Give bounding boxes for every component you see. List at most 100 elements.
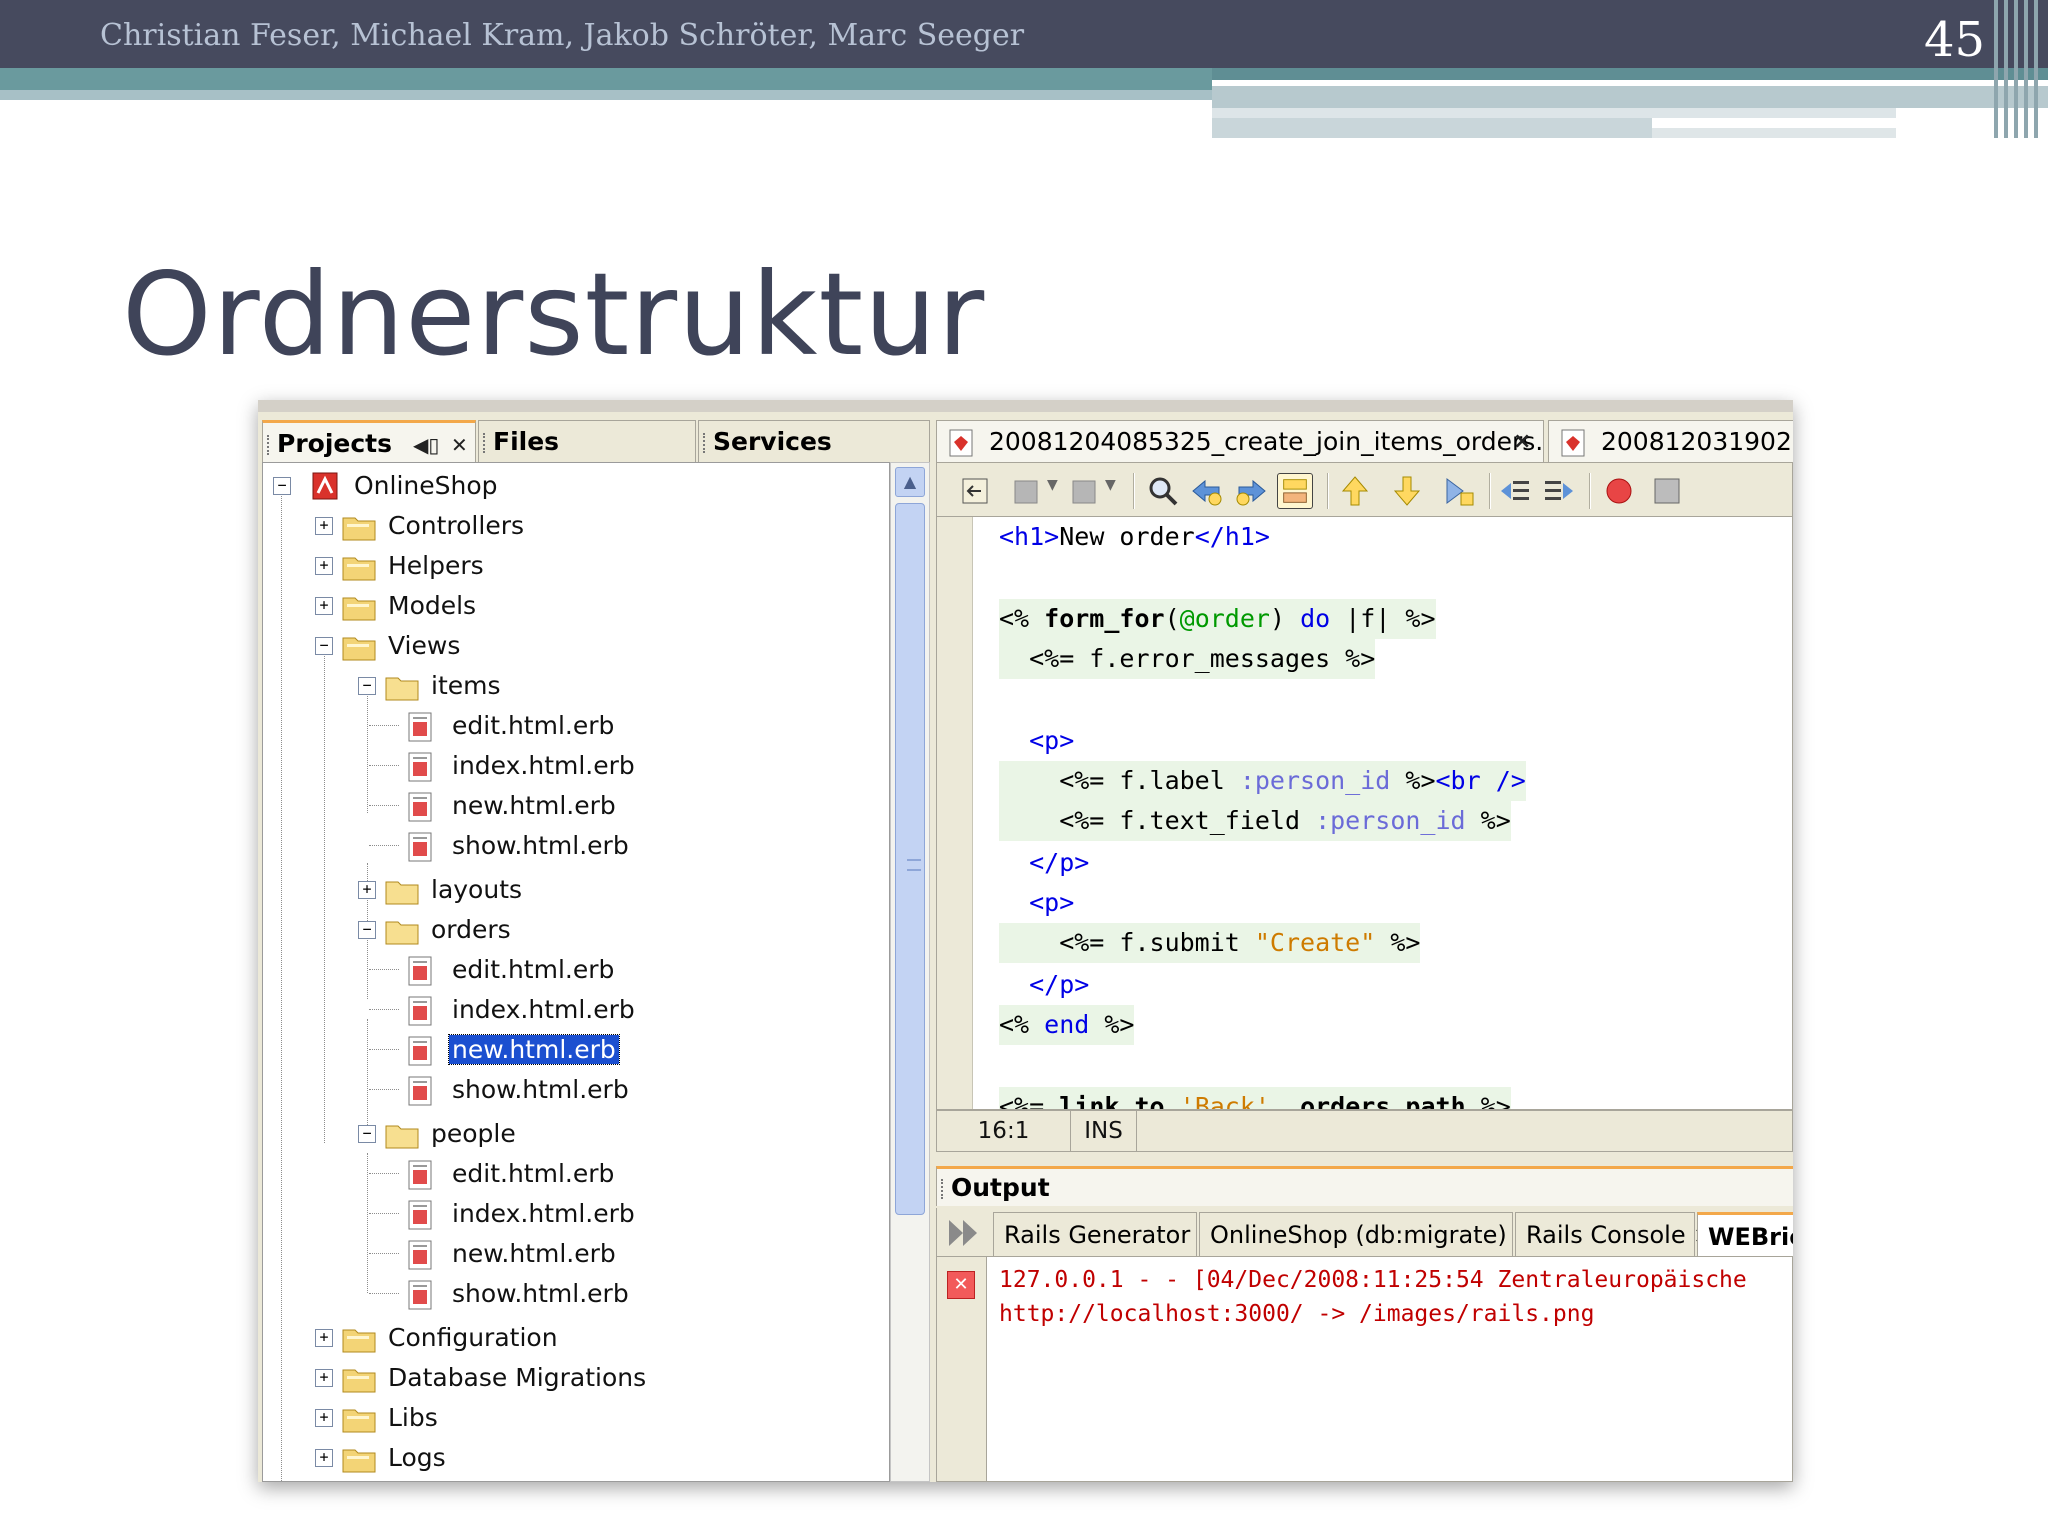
tab-label: Services — [713, 427, 832, 456]
expand-toggle[interactable]: + — [315, 1449, 333, 1467]
editor-toolbar: ▼ ▼ — [936, 462, 1793, 516]
shift-left-icon[interactable] — [1497, 473, 1533, 509]
code-token: ( — [1164, 604, 1180, 633]
code-token: %> — [1375, 928, 1421, 957]
tab-files[interactable]: Files — [478, 420, 696, 462]
tab-projects[interactable]: Projects ◀▯ ✕ — [262, 420, 476, 462]
find-icon[interactable] — [1145, 473, 1181, 509]
toggle-bookmark-icon[interactable] — [1441, 473, 1477, 509]
header-stripe — [1994, 0, 1998, 138]
tree-label: Libs — [388, 1403, 438, 1432]
expand-toggle[interactable]: + — [315, 1409, 333, 1427]
expand-toggle[interactable]: + — [315, 1369, 333, 1387]
erb-file-icon — [408, 956, 432, 986]
tree-connector — [369, 1253, 399, 1254]
collapse-toggle[interactable]: − — [358, 677, 376, 695]
tree-label: Logs — [388, 1443, 446, 1472]
header-band — [1212, 68, 2048, 80]
code-line-12: </p> — [999, 965, 1089, 1005]
erb-file-icon — [408, 792, 432, 822]
code-token: </h1> — [1194, 522, 1270, 551]
code-line-7: <%= f.label :person_id %><br /> — [999, 761, 1526, 801]
code-token: <% — [999, 1010, 1045, 1039]
header-stripe — [2014, 0, 2018, 138]
next-bookmark-icon[interactable] — [1389, 473, 1425, 509]
expand-toggle[interactable]: + — [315, 517, 333, 535]
ide-screenshot: Projects ◀▯ ✕ Files Services − OnlineSho… — [258, 400, 1793, 1482]
output-tab-rails-console[interactable]: Rails Console × — [1515, 1212, 1713, 1256]
output-log: 127.0.0.1 - - [04/Dec/2008:11:25:54 Zent… — [999, 1263, 1747, 1331]
tree-label: Configuration — [388, 1323, 558, 1352]
collapse-toggle[interactable]: − — [273, 477, 291, 495]
output-tab-webrick[interactable]: WEBrick — [1697, 1212, 1793, 1256]
editor-status-bar: 16:1 INS — [936, 1110, 1793, 1152]
erb-file-icon — [408, 1240, 432, 1270]
code-token: do — [1300, 604, 1331, 633]
code-token: end — [1044, 1010, 1090, 1039]
tab-services[interactable]: Services — [698, 420, 930, 462]
output-title: Output — [951, 1173, 1050, 1202]
find-previous-icon[interactable] — [1189, 473, 1225, 509]
scroll-up-icon[interactable]: ▲ — [895, 467, 925, 497]
tree-connector — [281, 491, 282, 1481]
tree-connector — [369, 969, 399, 970]
stop-icon[interactable]: ✕ — [947, 1271, 975, 1299]
tab-output[interactable]: Output — [936, 1166, 1793, 1206]
minimize-icon[interactable]: ◀▯ — [413, 433, 439, 457]
code-token: %> — [1089, 1010, 1135, 1039]
editor-tab-migration[interactable]: 20081204085325_create_join_items_orders.… — [936, 420, 1544, 462]
tree-label: Controllers — [388, 511, 524, 540]
tree-label: show.html.erb — [452, 1279, 629, 1308]
back-icon[interactable] — [1009, 473, 1045, 509]
toggle-highlight-search-icon[interactable] — [1277, 473, 1313, 509]
stop-macro-recording-icon[interactable] — [1649, 473, 1685, 509]
output-console[interactable]: ✕ 127.0.0.1 - - [04/Dec/2008:11:25:54 Ze… — [936, 1256, 1793, 1482]
tree-label: edit.html.erb — [452, 955, 615, 984]
forward-icon[interactable] — [1067, 473, 1103, 509]
tree-connector — [369, 1009, 399, 1010]
tab-label: Projects — [277, 429, 393, 458]
rerun-icon[interactable] — [947, 1218, 981, 1248]
header-band — [0, 68, 1212, 90]
code-line-8: <%= f.text_field :person_id %> — [999, 801, 1511, 841]
tree-connector — [367, 1019, 368, 1129]
shift-right-icon[interactable] — [1541, 473, 1577, 509]
scroll-thumb[interactable] — [895, 503, 925, 1215]
collapse-toggle[interactable]: − — [315, 637, 333, 655]
tree-label: OnlineShop — [354, 471, 498, 500]
dropdown-arrow-icon[interactable]: ▼ — [1047, 477, 1058, 493]
insert-mode: INS — [1071, 1111, 1137, 1151]
slide-title: Ordnerstruktur — [122, 248, 986, 381]
toolbar-separator — [1327, 473, 1329, 509]
tab-label: Files — [493, 427, 560, 456]
tree-connector — [369, 1213, 399, 1214]
output-tab-rails-generator[interactable]: Rails Generator × — [993, 1212, 1218, 1256]
code-line-13: <% end %> — [999, 1005, 1135, 1045]
expand-toggle[interactable]: + — [315, 557, 333, 575]
output-tab-db-migrate[interactable]: OnlineShop (db:migrate) × — [1199, 1212, 1534, 1256]
tree-label: index.html.erb — [452, 995, 635, 1024]
code-token: |f| %> — [1330, 604, 1436, 633]
header-stripe — [2024, 0, 2028, 138]
editor-tab-second[interactable]: 20081203190257 — [1548, 420, 1793, 462]
start-macro-recording-icon[interactable] — [1601, 473, 1637, 509]
collapse-toggle[interactable]: − — [358, 1125, 376, 1143]
find-next-icon[interactable] — [1233, 473, 1269, 509]
collapse-toggle[interactable]: − — [358, 921, 376, 939]
close-icon[interactable]: ✕ — [451, 433, 468, 457]
expand-toggle[interactable]: + — [358, 881, 376, 899]
close-tab-icon[interactable]: × — [1513, 429, 1531, 454]
code-line-3: <% form_for(@order) do |f| %> — [999, 599, 1436, 639]
expand-toggle[interactable]: + — [315, 597, 333, 615]
tree-scrollbar[interactable]: ▲ — [890, 462, 930, 1482]
ruby-file-icon — [949, 429, 973, 457]
cursor-position: 16:1 — [937, 1111, 1071, 1151]
code-token: @order — [1179, 604, 1270, 633]
last-edit-icon[interactable] — [957, 473, 993, 509]
code-editor[interactable]: <h1>New order</h1> <% form_for(@order) d… — [936, 516, 1793, 1110]
tree-label: new.html.erb — [448, 1034, 620, 1065]
tree-label: index.html.erb — [452, 1199, 635, 1228]
previous-bookmark-icon[interactable] — [1337, 473, 1373, 509]
expand-toggle[interactable]: + — [315, 1329, 333, 1347]
dropdown-arrow-icon[interactable]: ▼ — [1105, 477, 1116, 493]
